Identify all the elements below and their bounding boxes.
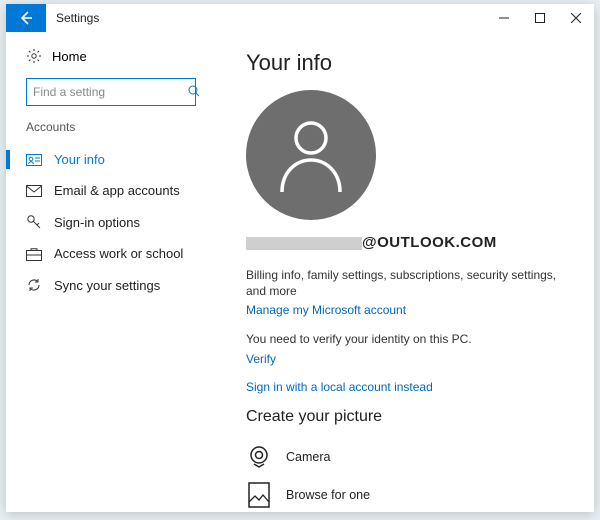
sidebar-item-sync[interactable]: Sync your settings [26, 269, 216, 301]
avatar [246, 90, 376, 220]
sidebar-item-work[interactable]: Access work or school [26, 238, 216, 269]
maximize-button[interactable] [522, 4, 558, 32]
back-button[interactable] [6, 4, 46, 32]
section-accounts: Accounts [26, 120, 216, 134]
main-panel: Your info @OUTLOOK.COM Billing info, fam… [216, 32, 594, 512]
window-controls [486, 4, 594, 32]
browse-option[interactable]: Browse for one [246, 476, 570, 512]
close-icon [571, 13, 581, 23]
sidebar-item-label: Your info [54, 152, 105, 167]
titlebar: Settings [6, 4, 594, 32]
sidebar-item-signin[interactable]: Sign-in options [26, 206, 216, 238]
gear-icon [26, 48, 42, 64]
page-title: Your info [246, 50, 570, 76]
sidebar-item-label: Access work or school [54, 246, 183, 261]
manage-account-link[interactable]: Manage my Microsoft account [246, 303, 570, 317]
billing-description: Billing info, family settings, subscript… [246, 267, 570, 299]
sidebar-item-email[interactable]: Email & app accounts [26, 175, 216, 206]
maximize-icon [535, 13, 545, 23]
sidebar-item-label: Sync your settings [54, 278, 160, 293]
close-button[interactable] [558, 4, 594, 32]
create-picture-heading: Create your picture [246, 408, 570, 426]
redacted-username [246, 237, 362, 250]
search-icon [188, 85, 200, 100]
picture-icon [246, 482, 272, 508]
camera-option[interactable]: Camera [246, 438, 570, 476]
settings-window: Settings Home Accounts [6, 4, 594, 512]
sync-icon [26, 277, 42, 293]
minimize-button[interactable] [486, 4, 522, 32]
local-account-link[interactable]: Sign in with a local account instead [246, 380, 570, 394]
account-email: @OUTLOOK.COM [246, 234, 570, 251]
briefcase-icon [26, 247, 42, 261]
verify-description: You need to verify your identity on this… [246, 331, 570, 347]
arrow-left-icon [18, 10, 34, 26]
mail-icon [26, 185, 42, 197]
search-box[interactable] [26, 78, 196, 106]
home-label: Home [52, 49, 87, 64]
minimize-icon [499, 13, 509, 23]
camera-icon [246, 444, 272, 470]
sidebar-item-label: Email & app accounts [54, 183, 180, 198]
window-title: Settings [56, 11, 99, 25]
camera-label: Camera [286, 450, 330, 464]
browse-label: Browse for one [286, 488, 370, 502]
key-icon [26, 214, 42, 230]
content-area: Home Accounts Your info Email & app acco… [6, 32, 594, 512]
sidebar-item-label: Sign-in options [54, 215, 140, 230]
home-link[interactable]: Home [26, 42, 216, 70]
sidebar-item-your-info[interactable]: Your info [26, 144, 216, 175]
email-domain: @OUTLOOK.COM [362, 234, 497, 251]
search-input[interactable] [33, 85, 188, 99]
person-icon [276, 116, 346, 194]
person-badge-icon [26, 153, 42, 167]
verify-link[interactable]: Verify [246, 352, 570, 366]
sidebar: Home Accounts Your info Email & app acco… [6, 32, 216, 512]
